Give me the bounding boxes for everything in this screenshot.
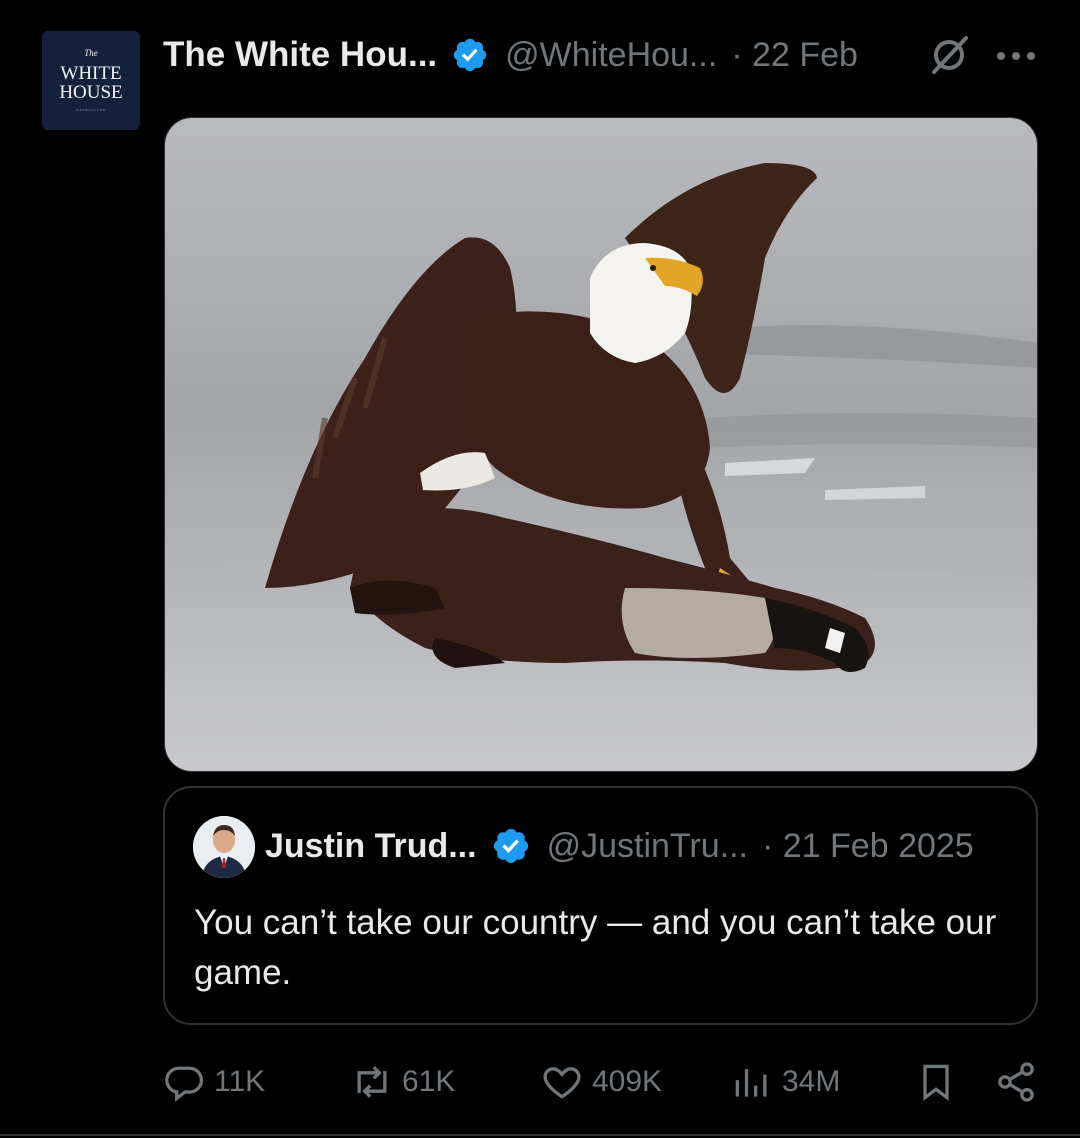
tweet-date[interactable]: · 22 Feb	[731, 36, 858, 75]
quoted-author-handle[interactable]: @JustinTru...	[547, 827, 748, 866]
verified-badge-icon	[453, 38, 487, 72]
repost-button[interactable]: 61K	[350, 1056, 455, 1108]
share-button[interactable]	[994, 1056, 1046, 1108]
avatar-text-white: WHITE	[60, 63, 122, 84]
quoted-tweet-text: You can’t take our country — and you can…	[194, 903, 997, 992]
tweet-header: The White Hou... @WhiteHou... · 22 Feb	[163, 30, 858, 80]
author-avatar[interactable]: The WHITE HOUSE WASHINGTON	[42, 31, 140, 130]
more-options-icon[interactable]	[994, 36, 1038, 76]
repost-count: 61K	[402, 1065, 456, 1098]
bookmark-button[interactable]	[914, 1056, 966, 1108]
action-bar: 11K 61K 409K 34M	[0, 1056, 1080, 1108]
avatar-text-house: HOUSE	[59, 82, 123, 103]
tweet-photo[interactable]	[164, 117, 1038, 772]
repost-icon	[357, 1066, 387, 1098]
views-button[interactable]: 34M	[730, 1056, 840, 1108]
views-chart-icon	[735, 1069, 767, 1097]
quoted-verified-badge-icon	[493, 828, 528, 864]
grok-icon[interactable]	[927, 33, 971, 77]
share-icon	[998, 1062, 1034, 1102]
reply-count: 11K	[214, 1065, 266, 1098]
like-count: 409K	[592, 1065, 663, 1098]
bookmark-icon	[923, 1064, 949, 1101]
tweet-container[interactable]: The WHITE HOUSE WASHINGTON The White Hou…	[0, 0, 1080, 1136]
like-button[interactable]: 409K	[540, 1056, 662, 1108]
avatar-text-the: The	[84, 48, 98, 58]
heart-icon	[543, 1067, 581, 1099]
quoted-tweet-date[interactable]: · 21 Feb 2025	[762, 827, 974, 866]
quoted-tweet-header: Justin Trud... @JustinTru... · 21 Feb 20…	[265, 824, 974, 868]
views-count: 34M	[782, 1065, 841, 1098]
quoted-tweet[interactable]: Justin Trud... @JustinTru... · 21 Feb 20…	[163, 786, 1038, 1025]
reply-button[interactable]: 11K	[162, 1056, 265, 1108]
author-name[interactable]: The White Hou...	[163, 35, 437, 75]
author-handle[interactable]: @WhiteHou...	[505, 36, 717, 75]
eagle-goose-image	[165, 118, 1037, 771]
quoted-author-avatar[interactable]	[193, 816, 255, 878]
reply-icon	[165, 1066, 204, 1102]
avatar-text-washington: WASHINGTON	[76, 108, 106, 112]
quoted-avatar-image	[193, 816, 255, 878]
quoted-author-name[interactable]: Justin Trud...	[265, 827, 477, 866]
